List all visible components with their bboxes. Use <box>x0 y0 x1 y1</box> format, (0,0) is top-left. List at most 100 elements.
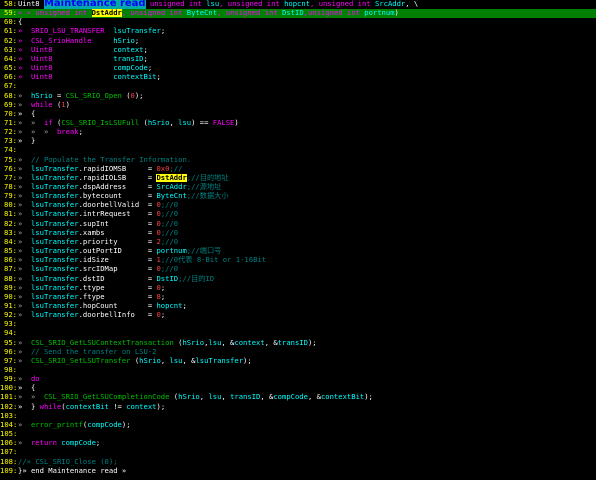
code-line[interactable]: 75:» // Populate the Transfer Informatio… <box>0 156 596 165</box>
code-token: » <box>18 283 31 292</box>
code-token: » <box>18 274 31 283</box>
code-line[interactable]: 90:» lsuTransfer.ftype = 8; <box>0 293 596 302</box>
line-code: //» CSL_SRIO_Close (0); <box>18 458 118 467</box>
code-token: ; <box>182 301 187 310</box>
code-line[interactable]: 92:» lsuTransfer.doorbellInfo = 0; <box>0 311 596 320</box>
line-code: }» end Maintenance read » <box>18 467 126 476</box>
code-token: CSL_SRIO_GetLSUContextTransaction <box>30 338 174 347</box>
code-line[interactable]: 105: <box>0 430 596 439</box>
code-line[interactable]: 65:» Uint8 compCode; <box>0 64 596 73</box>
code-line[interactable]: 86:» lsuTransfer.idSize = 1;//0代表 8-Bit … <box>0 256 596 265</box>
code-token: » <box>18 164 31 173</box>
code-token: lsuTransfer <box>30 292 79 301</box>
code-line[interactable]: 96:» // Send the transfer on LSU-2 <box>0 348 596 357</box>
code-token: }» <box>18 466 31 475</box>
code-line[interactable]: 97:» CSL_SRIO_SetLSUTransfer (hSrio, lsu… <box>0 357 596 366</box>
line-code: » lsuTransfer.priority = 2;//0 <box>18 238 178 247</box>
code-token: .supInt = <box>78 219 157 228</box>
code-line[interactable]: 102:» } while(contextBit != context); <box>0 403 596 412</box>
code-line[interactable]: 84:» lsuTransfer.priority = 2;//0 <box>0 238 596 247</box>
code-token: CSL_SRIO_IsLSUFull <box>61 118 140 127</box>
code-token: contextBit <box>113 73 157 82</box>
code-line[interactable]: 66:» Uint8 contextBit; <box>0 73 596 82</box>
code-line[interactable]: 83:» lsuTransfer.xambs = 0;//0 <box>0 229 596 238</box>
line-code: » lsuTransfer.dstID = DstID;//目的ID <box>18 275 214 284</box>
code-token: .priority = <box>78 237 157 246</box>
code-token: hopcnt <box>156 301 183 310</box>
code-line[interactable]: 68:» hSrio = CSL_SRIO_Open (0); <box>0 92 596 101</box>
code-line[interactable]: 91:» lsuTransfer.hopCount = hopcnt; <box>0 302 596 311</box>
code-line[interactable]: 67: <box>0 82 596 91</box>
code-line[interactable]: 109:}» end Maintenance read » <box>0 467 596 476</box>
line-code: » lsuTransfer.xambs = 0;//0 <box>18 229 178 238</box>
code-line[interactable]: 74: <box>0 146 596 155</box>
code-line[interactable]: 58: Uint8 Maintenance read unsigned int l… <box>0 0 596 9</box>
code-token: » <box>18 356 31 365</box>
code-line[interactable]: 82:» lsuTransfer.supInt = 0;//0 <box>0 220 596 229</box>
code-line[interactable]: 103: <box>0 412 596 421</box>
code-editor[interactable]: 58: Uint8 Maintenance read unsigned int l… <box>0 0 596 480</box>
code-line[interactable]: 88:» lsuTransfer.dstID = DstID;//目的ID <box>0 275 596 284</box>
code-token: ;//0 <box>160 201 179 210</box>
code-token: , unsigned int <box>219 0 285 8</box>
code-line[interactable]: 60:{ <box>0 18 596 27</box>
code-line[interactable]: 107: <box>0 448 596 457</box>
line-number: 87: <box>4 265 17 274</box>
code-line[interactable]: 78:» lsuTransfer.dspAddress = SrcAddr;//… <box>0 183 596 192</box>
code-line[interactable]: 94: <box>0 329 596 338</box>
code-line[interactable]: 100:» { <box>0 384 596 393</box>
code-line[interactable]: 62:» CSL_SrioHandle hSrio; <box>0 37 596 46</box>
code-token: » <box>18 256 31 265</box>
code-token: » » » <box>18 128 57 137</box>
code-token: DstID <box>156 274 179 283</box>
code-line[interactable]: 76:» lsuTransfer.rapidIOMSB = 0x0;// <box>0 165 596 174</box>
code-token: , <box>169 118 179 127</box>
code-token: error_printf <box>30 420 83 429</box>
code-line[interactable]: 81:» lsuTransfer.intrRequest = 0;//0 <box>0 210 596 219</box>
code-line[interactable]: 77:» lsuTransfer.rapidIOLSB = DstAddr;//… <box>0 173 596 183</box>
code-token: .ftype = <box>78 292 157 301</box>
code-line[interactable]: 98: <box>0 366 596 375</box>
code-token: compCode <box>273 393 308 402</box>
code-token: // Populate the Transfer Information. <box>30 155 192 164</box>
line-number: 90: <box>4 292 17 301</box>
code-line[interactable]: 61:» SRIO_LSU_TRANSFER lsuTransfer; <box>0 27 596 36</box>
line-code: » lsuTransfer.srcIDMap = 0;//0 <box>18 265 178 274</box>
code-token: SrcAddr <box>374 0 406 8</box>
code-token: lsuTransfer <box>30 237 79 246</box>
code-line[interactable]: 69:» while (1) <box>0 101 596 110</box>
code-line[interactable]: 108://» CSL_SRIO_Close (0); <box>0 458 596 467</box>
code-token: lsuTransfer <box>30 219 79 228</box>
code-token: lsu <box>208 393 222 402</box>
code-line[interactable]: 63:» Uint8 context; <box>0 46 596 55</box>
code-token: Uint8 <box>18 0 44 8</box>
code-line[interactable]: 87:» lsuTransfer.srcIDMap = 0;//0 <box>0 265 596 274</box>
line-number: 79: <box>4 192 17 201</box>
code-token: ; <box>143 54 148 63</box>
line-number: 105: <box>0 430 18 439</box>
code-line[interactable]: 73:» } <box>0 137 596 146</box>
code-token: .rapidIOLSB = <box>78 173 157 182</box>
code-line[interactable]: 95:» CSL_SRIO_GetLSUContextTransaction (… <box>0 339 596 348</box>
code-token: compCode <box>87 420 122 429</box>
code-line[interactable]: 89:» lsuTransfer.ttype = 0; <box>0 284 596 293</box>
code-line[interactable]: 70:» { <box>0 110 596 119</box>
code-line[interactable]: 99:» do <box>0 375 596 384</box>
code-line[interactable]: 64:» Uint8 transID; <box>0 55 596 64</box>
code-line[interactable]: 85:» lsuTransfer.outPortID = portnum;//端… <box>0 247 596 256</box>
code-token: .dspAddress = <box>78 183 157 191</box>
code-line[interactable]: 72:» » » break; <box>0 128 596 137</box>
code-line[interactable]: 104:» error_printf(compCode); <box>0 421 596 430</box>
code-line[interactable]: 93: <box>0 320 596 329</box>
line-code: » lsuTransfer.rapidIOLSB = DstAddr;//目的地… <box>18 173 229 183</box>
code-line[interactable]: 59:» » unsigned int DstAddr, unsigned in… <box>0 9 596 18</box>
code-token: lsuTransfer <box>30 228 79 237</box>
code-line[interactable]: 71:» » if (CSL_SRIO_IsLSUFull (hSrio, ls… <box>0 119 596 128</box>
line-code: » hSrio = CSL_SRIO_Open (0); <box>18 92 144 101</box>
code-line[interactable]: 106:» return compCode; <box>0 439 596 448</box>
code-line[interactable]: 79:» lsuTransfer.bytecount = ByteCnt;//数… <box>0 192 596 201</box>
code-line[interactable]: 80:» lsuTransfer.doorbellValid = 0;//0 <box>0 201 596 210</box>
code-token: while <box>39 402 62 411</box>
line-number: 75: <box>4 155 17 164</box>
code-line[interactable]: 101:» » CSL_SRIO_GetLSUCompletionCode (h… <box>0 393 596 402</box>
